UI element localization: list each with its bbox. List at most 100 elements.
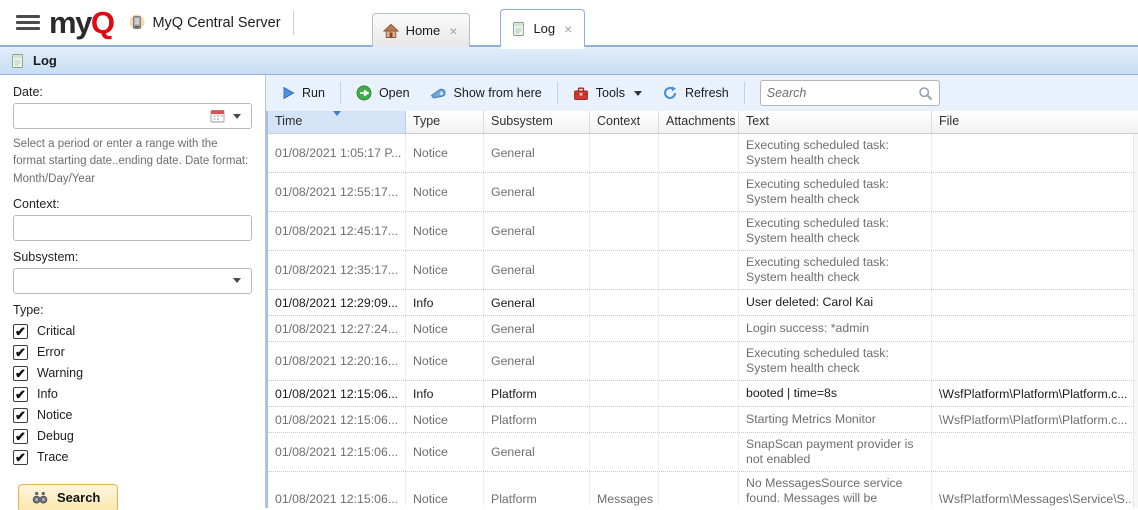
log-table-row[interactable]: 01/08/2021 12:55:17...NoticeGeneralExecu… (268, 173, 1138, 212)
type-checkbox-critical[interactable]: ✔Critical (13, 321, 252, 342)
subsystem-input[interactable] (20, 274, 229, 288)
section-header: Log (0, 47, 1138, 75)
cell-text: Executing scheduled task: System health … (739, 212, 932, 250)
cell-time: 01/08/2021 12:15:06... (268, 433, 406, 471)
hamburger-menu-icon[interactable] (16, 15, 40, 30)
type-checkbox-notice[interactable]: ✔Notice (13, 405, 252, 426)
run-button-label: Run (302, 86, 325, 100)
sort-arrow-icon (333, 111, 341, 116)
server-printer-icon (129, 13, 145, 32)
cell-type: Notice (406, 316, 484, 341)
log-table-row[interactable]: 01/08/2021 12:15:06...NoticePlatformStar… (268, 407, 1138, 433)
checkbox-icon[interactable]: ✔ (13, 408, 28, 423)
subsystem-select[interactable] (13, 268, 252, 294)
cell-text: Starting Metrics Monitor (739, 407, 932, 432)
log-table-row[interactable]: 01/08/2021 12:20:16...NoticeGeneralExecu… (268, 342, 1138, 381)
cell-text: Executing scheduled task: System health … (739, 173, 932, 211)
magnifier-icon (918, 86, 933, 101)
checkbox-icon[interactable]: ✔ (13, 450, 28, 465)
checkbox-icon[interactable]: ✔ (13, 324, 28, 339)
type-checkbox-error[interactable]: ✔Error (13, 342, 252, 363)
column-header-attachments[interactable]: Attachments (659, 111, 739, 133)
type-checkbox-debug[interactable]: ✔Debug (13, 426, 252, 447)
date-input[interactable] (20, 109, 206, 123)
log-table-row[interactable]: 01/08/2021 12:15:06...InfoPlatformbooted… (268, 381, 1138, 407)
log-search-input[interactable] (767, 86, 918, 100)
cell-file (932, 316, 1138, 341)
cell-text: Executing scheduled task: System health … (739, 134, 932, 172)
logo-text-my: my (49, 7, 91, 38)
cell-attachments (659, 433, 739, 471)
context-field[interactable] (13, 215, 252, 241)
cell-text: booted | time=8s (739, 381, 932, 406)
run-button[interactable]: Run (274, 82, 333, 104)
type-checkbox-info[interactable]: ✔ Info (13, 384, 252, 405)
log-toolbar: Run Open Show from here (266, 75, 1138, 111)
checkbox-icon[interactable]: ✔ (13, 366, 28, 381)
cell-time: 01/08/2021 12:45:17... (268, 212, 406, 250)
checkbox-icon[interactable]: ✔ (13, 387, 28, 402)
tab-log-close-icon[interactable]: × (562, 21, 574, 37)
calendar-icon[interactable] (206, 107, 229, 125)
date-help-text: Select a period or enter a range with th… (13, 136, 252, 188)
cell-text: Login success: *admin (739, 316, 932, 341)
date-dropdown-trigger[interactable] (229, 112, 245, 121)
log-table-row[interactable]: 01/08/2021 12:35:17...NoticeGeneralExecu… (268, 251, 1138, 290)
log-search-box[interactable] (760, 80, 940, 106)
column-header-context[interactable]: Context (590, 111, 659, 133)
cell-attachments (659, 251, 739, 289)
checkbox-icon[interactable]: ✔ (13, 429, 28, 444)
cell-subsystem: Platform (484, 381, 590, 406)
show-from-here-button[interactable]: Show from here (422, 82, 550, 104)
date-field[interactable] (13, 103, 252, 129)
column-header-time[interactable]: Time (268, 111, 406, 133)
log-table-row[interactable]: 01/08/2021 12:15:06...NoticeGeneralSnapS… (268, 433, 1138, 472)
type-checkbox-list: ✔Critical✔Error✔Warning✔Info✔Notice✔Debu… (13, 321, 252, 468)
search-button[interactable]: Search (18, 484, 118, 510)
open-button[interactable]: Open (348, 81, 418, 105)
cell-time: 01/08/2021 1:05:17 P... (268, 134, 406, 172)
refresh-button[interactable]: Refresh (654, 81, 737, 105)
toolbar-separator (744, 82, 745, 104)
tab-home[interactable]: Home × (372, 13, 471, 47)
log-table-row[interactable]: 01/08/2021 12:45:17...NoticeGeneralExecu… (268, 212, 1138, 251)
type-label: Type: (13, 303, 252, 317)
cell-subsystem: General (484, 316, 590, 341)
cell-file (932, 134, 1138, 172)
column-header-subsystem[interactable]: Subsystem (484, 111, 590, 133)
cell-attachments (659, 407, 739, 432)
log-table-row[interactable]: 01/08/2021 12:15:06...NoticePlatformMess… (268, 472, 1138, 508)
log-table-row[interactable]: 01/08/2021 12:27:24...NoticeGeneralLogin… (268, 316, 1138, 342)
tools-button[interactable]: Tools (565, 82, 650, 105)
cell-time: 01/08/2021 12:55:17... (268, 173, 406, 211)
tab-log[interactable]: Log × (500, 9, 585, 47)
context-input[interactable] (20, 221, 245, 235)
column-header-type[interactable]: Type (406, 111, 484, 133)
cell-type: Notice (406, 251, 484, 289)
show-from-here-label: Show from here (454, 86, 542, 100)
date-label: Date: (13, 85, 252, 99)
column-header-text[interactable]: Text (739, 111, 932, 133)
log-table-row[interactable]: 01/08/2021 12:29:09...InfoGeneralUser de… (268, 290, 1138, 316)
cell-type: Notice (406, 433, 484, 471)
type-checkbox-label: Info (37, 387, 58, 401)
type-checkbox-trace[interactable]: ✔Trace (13, 447, 252, 468)
vertical-scrollbar[interactable] (1133, 134, 1138, 508)
cell-context (590, 173, 659, 211)
tab-home-close-icon[interactable]: × (447, 23, 459, 39)
column-header-label: File (939, 114, 959, 128)
cell-file (932, 212, 1138, 250)
filter-panel: Date: Select a period or enter a range w… (0, 75, 266, 508)
grid-body: 01/08/2021 1:05:17 P...NoticeGeneralExec… (268, 134, 1138, 508)
subsystem-dropdown-trigger[interactable] (229, 276, 245, 285)
checkbox-icon[interactable]: ✔ (13, 345, 28, 360)
cell-subsystem: Platform (484, 472, 590, 508)
log-table-row[interactable]: 01/08/2021 1:05:17 P...NoticeGeneralExec… (268, 134, 1138, 173)
type-checkbox-warning[interactable]: ✔Warning (13, 363, 252, 384)
cell-context (590, 342, 659, 380)
cell-text: User deleted: Carol Kai (739, 290, 932, 315)
cell-type: Notice (406, 134, 484, 172)
cell-text: SnapScan payment provider is not enabled (739, 433, 932, 471)
column-header-file[interactable]: File (932, 111, 1138, 133)
cell-file: \WsfPlatform\Platform\Platform.c... (932, 407, 1138, 432)
